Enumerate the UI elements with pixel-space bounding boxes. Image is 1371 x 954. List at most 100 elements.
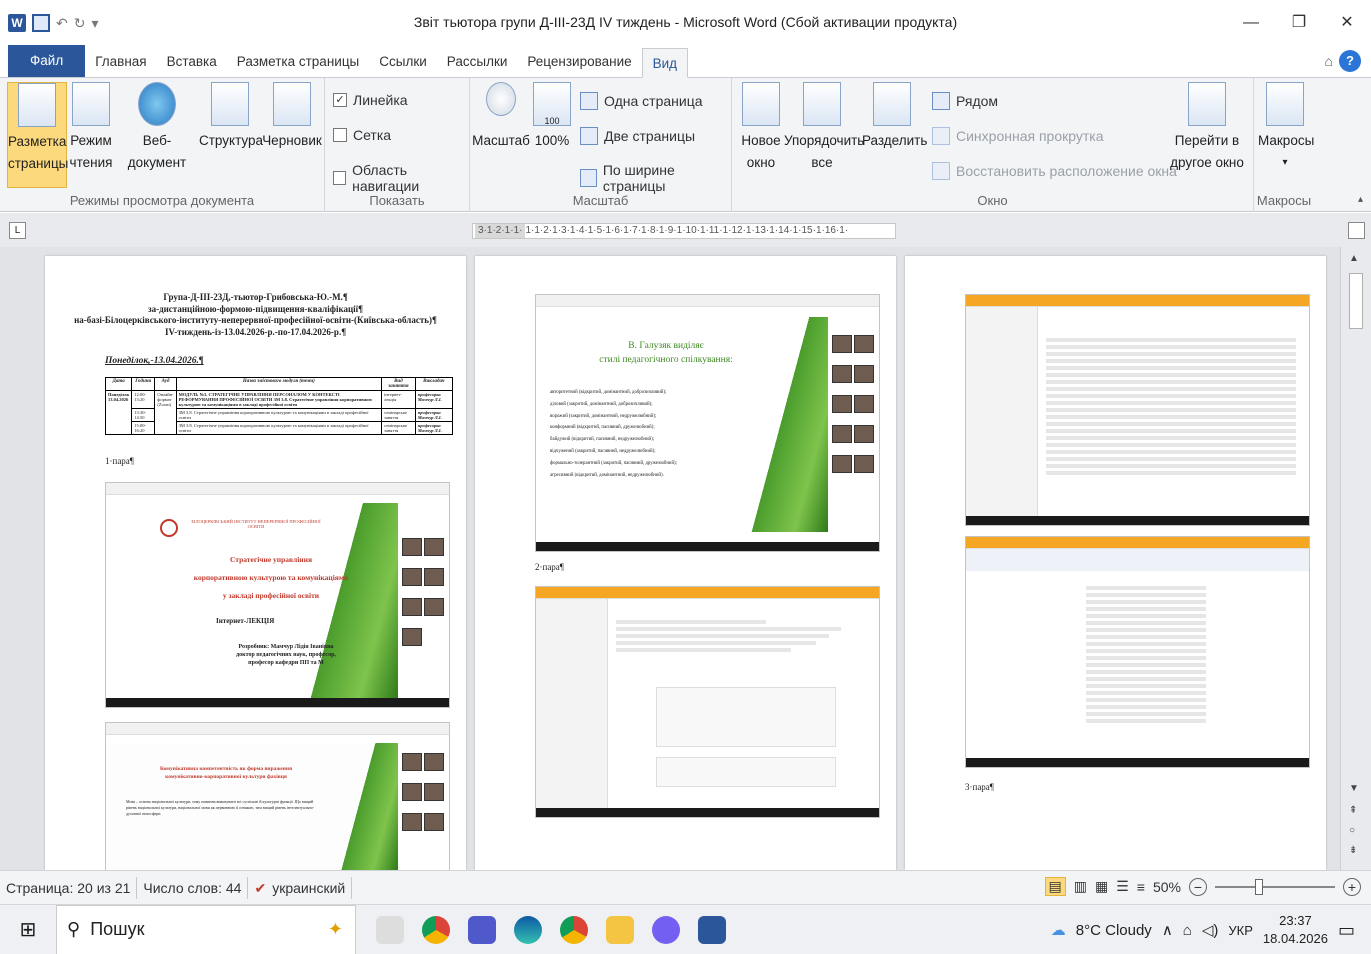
outline-view-icon[interactable]: ☰ — [1116, 878, 1129, 895]
help-icon[interactable]: ? — [1339, 50, 1361, 72]
list-item: конформний (відкритий, пасивний, дружелю… — [550, 425, 655, 431]
gridlines-checkbox[interactable]: Сетка — [333, 127, 391, 143]
attached-files — [656, 757, 836, 787]
minimize-ribbon-icon[interactable]: ⌂ — [1325, 53, 1333, 69]
participant-video — [424, 783, 444, 801]
print-layout-view-icon[interactable]: ▤ — [1044, 877, 1066, 896]
para-1-label: 1·пара¶ — [105, 456, 134, 466]
save-icon[interactable] — [32, 14, 50, 32]
close-button[interactable]: ✕ — [1323, 0, 1371, 46]
tab-home[interactable]: Главная — [85, 47, 156, 77]
reset-window-button[interactable]: Восстановить расположение окна — [932, 162, 1177, 180]
language-indicator[interactable]: УКР — [1228, 923, 1253, 938]
quick-access-toolbar: W ↶ ↻ ▾ — [0, 14, 160, 32]
task-view-icon[interactable] — [376, 915, 404, 944]
scroll-thumb[interactable] — [1349, 273, 1363, 329]
ruler-checkbox[interactable]: ✓ Линейка — [333, 92, 408, 108]
weather-text[interactable]: 8°C Cloudy — [1076, 922, 1152, 939]
outline-button[interactable]: Структура — [199, 82, 263, 152]
nav-pane-checkbox[interactable]: Область навигации — [333, 162, 469, 194]
zoom-slider-knob[interactable] — [1255, 878, 1263, 895]
checkbox-icon — [333, 171, 347, 185]
competence-slide: Комунікативна компетентність як форма ви… — [106, 743, 398, 870]
arrange-all-button[interactable]: Упорядочить все — [784, 82, 864, 174]
page-width-button[interactable]: По ширине страницы — [580, 162, 731, 194]
vertical-scrollbar[interactable]: ▲ ▼ ⇞ ○ ⇟ — [1340, 247, 1371, 870]
horizontal-ruler[interactable]: 3·1·2·1·1· 1·1·2·1·3·1·4·1·5·1·6·1·7·1·8·… — [472, 223, 896, 239]
tab-view[interactable]: Вид — [641, 48, 689, 78]
tab-mailings[interactable]: Рассылки — [437, 47, 518, 77]
browse-object-icon[interactable]: ○ — [1349, 825, 1355, 836]
collapse-ribbon-icon[interactable]: ▴ — [1358, 194, 1363, 205]
minimize-button[interactable]: — — [1227, 0, 1275, 46]
word-count[interactable]: Число слов: 44 — [137, 876, 249, 899]
list-item: авторитетний (відкритий, домінантний, до… — [550, 390, 667, 395]
title-bar: W ↶ ↻ ▾ Звіт тьютора групи Д-ІІІ-23Д IV … — [0, 0, 1371, 46]
zoom-100-button[interactable]: 100 100% — [532, 82, 572, 152]
reading-view-icon[interactable]: ▥ — [1074, 878, 1087, 895]
windows-start-icon[interactable]: ⊞ — [0, 917, 56, 942]
web-layout-button[interactable]: Веб-документ — [115, 82, 199, 174]
page-layout-view-button[interactable]: Разметка страницы — [7, 82, 68, 188]
chrome-icon[interactable] — [422, 915, 450, 944]
split-icon — [873, 82, 911, 126]
new-window-button[interactable]: Новое окно — [736, 82, 786, 174]
undo-icon[interactable]: ↶ — [56, 15, 68, 32]
scroll-down-icon[interactable]: ▼ — [1349, 783, 1359, 794]
one-page-button[interactable]: Одна страница — [580, 92, 703, 110]
two-pages-button[interactable]: Две страницы — [580, 127, 695, 145]
tab-review[interactable]: Рецензирование — [517, 47, 641, 77]
taskbar-search[interactable]: ⚲ Пошук ✦ — [56, 904, 356, 954]
macros-button[interactable]: Макросы ▾ — [1258, 82, 1314, 174]
split-button[interactable]: Разделить — [862, 82, 927, 152]
web-view-icon[interactable]: ▦ — [1095, 878, 1108, 895]
side-by-side-button[interactable]: Рядом — [932, 92, 998, 110]
taskbar-strip — [536, 808, 879, 817]
word-app-icon[interactable]: W — [8, 14, 26, 32]
switch-windows-button[interactable]: Перейти в другое окно — [1162, 82, 1252, 174]
zoom-toolbar — [106, 483, 449, 495]
zoom-out-icon[interactable]: − — [1189, 877, 1207, 896]
edge-icon[interactable] — [514, 915, 542, 944]
network-icon[interactable]: ⌂ — [1183, 922, 1192, 939]
taskbar-strip — [966, 516, 1309, 525]
chrome-profile-icon[interactable] — [560, 915, 588, 944]
viber-icon[interactable] — [652, 915, 680, 944]
language-indicator[interactable]: ✔ украинский — [248, 876, 353, 899]
teams-icon[interactable] — [468, 915, 496, 944]
clock[interactable]: 23:37 18.04.2026 — [1263, 912, 1328, 948]
tab-page-layout[interactable]: Разметка страницы — [227, 47, 369, 77]
chevron-up-icon[interactable]: ∧ — [1162, 921, 1173, 939]
globe-icon — [138, 82, 176, 126]
draft-view-icon[interactable]: ≡ — [1137, 879, 1145, 895]
previous-page-icon[interactable]: ⇞ — [1349, 805, 1357, 816]
restore-button[interactable]: ❐ — [1275, 0, 1323, 46]
scroll-up-icon[interactable]: ▲ — [1349, 253, 1359, 264]
zoom-slider[interactable] — [1215, 878, 1335, 895]
tab-insert[interactable]: Вставка — [157, 47, 227, 77]
tab-file[interactable]: Файл — [8, 45, 86, 77]
word-taskbar-icon[interactable] — [698, 915, 726, 944]
zoom-in-icon[interactable]: + — [1343, 877, 1361, 896]
view-ruler-icon[interactable] — [1348, 222, 1365, 239]
zoom-group: Масштаб 100 100% Одна страница Две стран… — [470, 78, 732, 212]
zoom-button[interactable]: Масштаб — [472, 82, 530, 152]
document-area[interactable]: Група-Д-ІІІ-23Д,-тьютор-Грибовська-Ю.-М.… — [0, 247, 1340, 870]
next-page-icon[interactable]: ⇟ — [1349, 845, 1357, 856]
list-item: формально-толерантний (закритий, пасивни… — [550, 460, 677, 466]
page-indicator[interactable]: Страница: 20 из 21 — [0, 876, 138, 899]
customize-qat-icon[interactable]: ▾ — [91, 15, 98, 32]
reading-mode-button[interactable]: Режим чтения — [68, 82, 114, 174]
editor-toolbar — [966, 549, 1309, 571]
tab-selector[interactable]: L — [9, 222, 26, 239]
zoom-screenshot-3: В. Галузяк виділяє стилі педагогічного с… — [535, 294, 880, 552]
redo-icon[interactable]: ↻ — [74, 15, 86, 32]
sync-scroll-button[interactable]: Синхронная прокрутка — [932, 127, 1104, 145]
volume-icon[interactable]: ◁) — [1202, 921, 1219, 939]
file-explorer-icon[interactable] — [606, 915, 634, 944]
draft-button[interactable]: Черновик — [261, 82, 323, 152]
zoom-level[interactable]: 50% — [1153, 879, 1181, 895]
zoom-screenshot-2: Комунікативна компетентність як форма ви… — [105, 722, 450, 870]
notification-icon[interactable]: ▭ — [1338, 920, 1355, 941]
tab-references[interactable]: Ссылки — [369, 47, 437, 77]
